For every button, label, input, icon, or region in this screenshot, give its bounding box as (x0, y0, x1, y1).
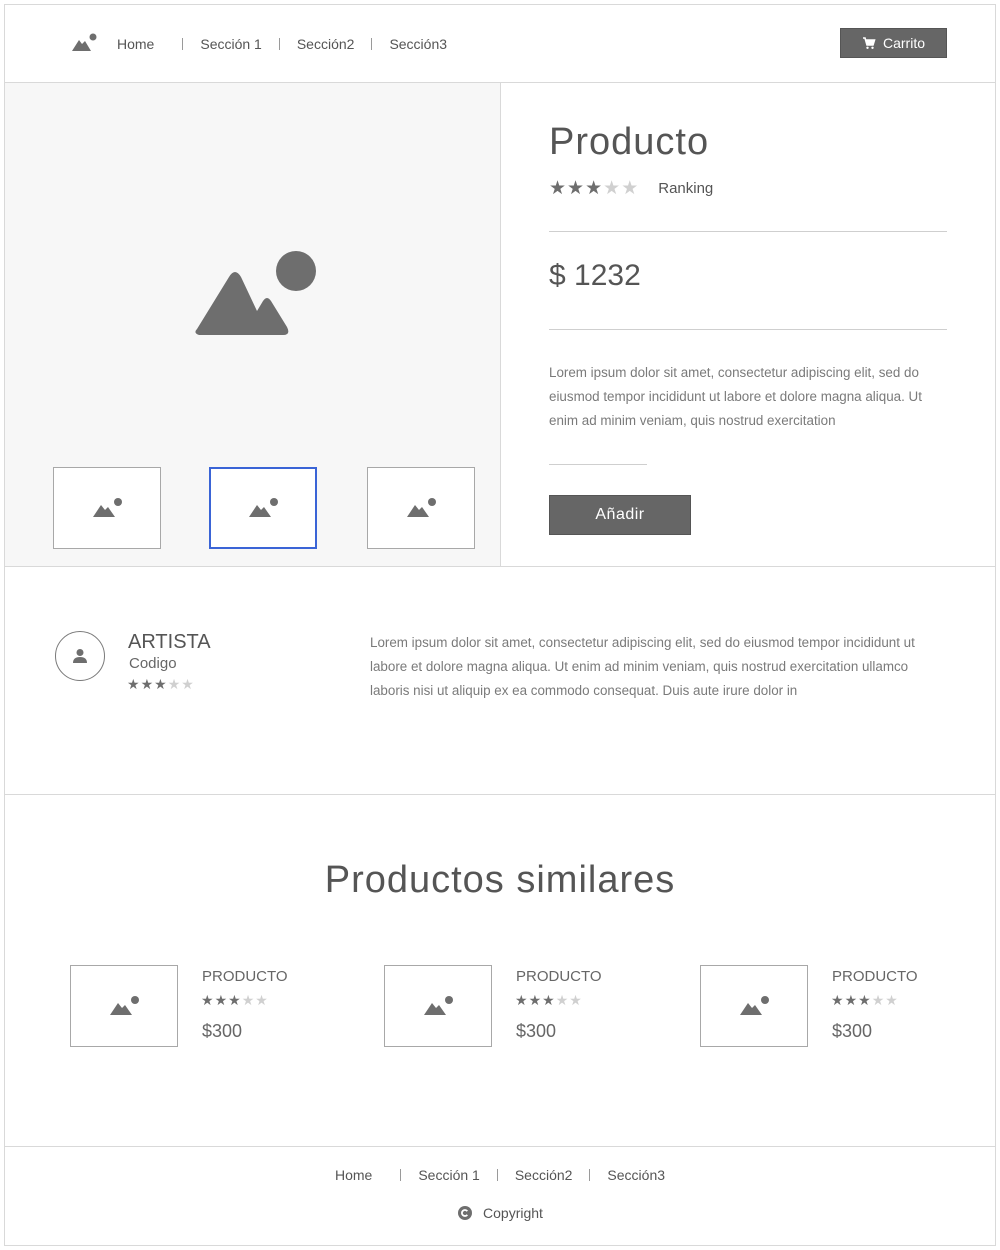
star-empty-icon: ★ (555, 992, 569, 1008)
product-card-rating: ★ ★ ★ ★ ★ (831, 993, 898, 1007)
page: Home Sección 1 Sección2 Sección3 Carrito (4, 4, 996, 1246)
cart-button[interactable]: Carrito (840, 28, 947, 58)
product-card-price: $300 (202, 1021, 243, 1041)
artist-code: Codigo (129, 655, 177, 672)
header: Home Sección 1 Sección2 Sección3 Carrito (5, 5, 995, 83)
star-empty-icon: ★ (255, 992, 268, 1008)
copyright-text: Copyright (483, 1205, 543, 1221)
product-card-name[interactable]: PRODUCTO (202, 968, 288, 985)
nav-divider (371, 38, 373, 50)
footer-nav-home[interactable]: Home (335, 1167, 372, 1183)
nav-item-seccion-1[interactable]: Sección 1 (200, 36, 261, 52)
nav-item-seccion-2[interactable]: Sección2 (297, 36, 355, 52)
product-card-price: $300 (516, 1021, 557, 1041)
star-filled-icon: ★ (528, 992, 542, 1008)
star-filled-icon: ★ (228, 992, 241, 1008)
footer: Home Sección 1 Sección2 Sección3 Copyrig… (5, 1147, 995, 1245)
product-card-rating: ★ ★ ★ ★ ★ (515, 993, 582, 1007)
star-filled-icon: ★ (154, 676, 167, 692)
star-empty-icon: ★ (621, 178, 639, 199)
thumbnail-1[interactable] (53, 467, 161, 549)
image-icon (109, 996, 139, 1015)
star-empty-icon: ★ (181, 676, 194, 692)
product-details: Producto ★ ★ ★ ★ ★ Ranking $ 1232 Lorem ipsu… (501, 83, 995, 567)
star-empty-icon: ★ (167, 676, 181, 692)
product-image-icon[interactable] (191, 249, 317, 337)
product-card-image[interactable] (384, 965, 492, 1047)
footer-nav-seccion-3[interactable]: Sección3 (607, 1167, 665, 1183)
nav-item-seccion-3[interactable]: Sección3 (389, 36, 447, 52)
artist-star-rating: ★ ★ ★ ★ ★ (127, 677, 194, 691)
artist-description: Lorem ipsum dolor sit amet, consectetur … (370, 635, 915, 698)
product-card-name[interactable]: PRODUCTO (516, 968, 602, 985)
product-title: Producto (549, 121, 710, 163)
rating-label: Ranking (658, 180, 714, 197)
artist-name: ARTISTA (128, 631, 211, 653)
product-card-price: $300 (832, 1021, 873, 1041)
image-icon (406, 498, 436, 517)
product-rating: ★ ★ ★ ★ ★ Ranking (549, 179, 713, 198)
star-empty-icon: ★ (241, 992, 255, 1008)
divider (549, 231, 947, 232)
copyright: Copyright (5, 1205, 995, 1221)
star-filled-icon: ★ (201, 992, 214, 1008)
star-filled-icon: ★ (831, 992, 844, 1008)
artist-section: ARTISTA Codigo ★ ★ ★ ★ ★ Lorem ipsum dolor s… (5, 567, 995, 795)
footer-nav: Home Sección 1 Sección2 Sección3 (5, 1167, 995, 1183)
image-icon (423, 996, 453, 1015)
star-filled-icon: ★ (585, 178, 603, 199)
footer-nav-seccion-1[interactable]: Sección 1 (418, 1167, 479, 1183)
star-filled-icon: ★ (858, 992, 871, 1008)
product-card[interactable]: PRODUCTO ★ ★ ★ ★ ★ $300 (384, 965, 684, 1055)
nav-divider (589, 1169, 591, 1181)
product-card-image[interactable] (70, 965, 178, 1047)
star-empty-icon: ★ (871, 992, 885, 1008)
star-filled-icon: ★ (214, 992, 228, 1008)
nav-divider (496, 1169, 498, 1181)
nav-divider (182, 38, 184, 50)
star-filled-icon: ★ (515, 992, 528, 1008)
star-filled-icon: ★ (549, 178, 567, 199)
image-icon[interactable] (71, 33, 97, 53)
star-filled-icon: ★ (567, 178, 585, 199)
star-empty-icon: ★ (603, 178, 621, 199)
product-card[interactable]: PRODUCTO ★ ★ ★ ★ ★ $300 (70, 965, 370, 1055)
product-card-rating: ★ ★ ★ ★ ★ (201, 993, 268, 1007)
thumbnail-3[interactable] (367, 467, 475, 549)
product-description: Lorem ipsum dolor sit amet, consectetur … (549, 365, 922, 428)
avatar[interactable] (55, 631, 105, 681)
star-rating: ★ ★ ★ ★ ★ (549, 179, 638, 198)
product-gallery (5, 83, 501, 567)
section-title: Productos similares (324, 859, 676, 901)
product-card-image[interactable] (700, 965, 808, 1047)
nav-divider (400, 1169, 402, 1181)
divider (549, 464, 647, 465)
product-card[interactable]: PRODUCTO ★ ★ ★ ★ ★ $300 (700, 965, 1000, 1055)
similar-products-section: Productos similares PRODUCTO ★ ★ ★ ★ ★ $300 … (5, 795, 995, 1147)
divider (549, 329, 947, 330)
star-filled-icon: ★ (140, 676, 154, 692)
footer-nav-seccion-2[interactable]: Sección2 (515, 1167, 573, 1183)
nav-item-home[interactable]: Home (117, 36, 154, 52)
nav-divider (278, 38, 280, 50)
star-empty-icon: ★ (885, 992, 898, 1008)
star-filled-icon: ★ (127, 676, 140, 692)
main-nav: Home Sección 1 Sección2 Sección3 (117, 36, 447, 52)
star-filled-icon: ★ (844, 992, 858, 1008)
cart-icon (862, 37, 876, 49)
product-card-name[interactable]: PRODUCTO (832, 968, 918, 985)
star-empty-icon: ★ (569, 992, 582, 1008)
product-price: $ 1232 (549, 259, 641, 292)
image-icon (248, 498, 278, 517)
thumbnail-2-selected[interactable] (209, 467, 317, 549)
star-filled-icon: ★ (542, 992, 555, 1008)
image-icon (739, 996, 769, 1015)
cart-label: Carrito (882, 35, 925, 51)
copyright-icon (458, 1206, 473, 1220)
user-icon (73, 649, 87, 663)
add-to-cart-button[interactable]: Añadir (549, 495, 691, 535)
image-icon (92, 498, 122, 517)
